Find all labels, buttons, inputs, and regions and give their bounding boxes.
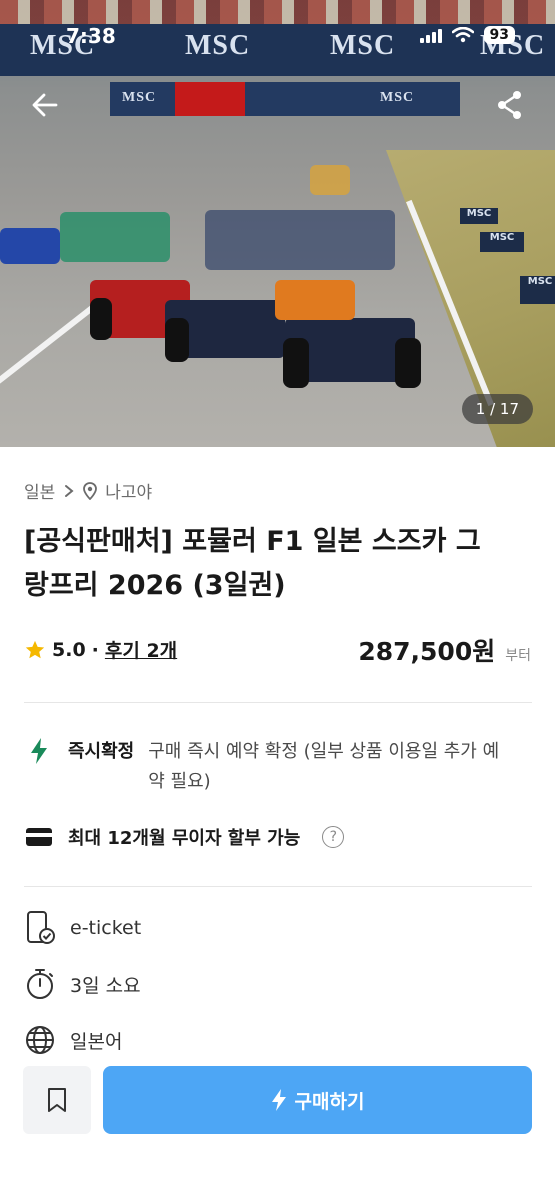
hero-image[interactable]: MSC MSC MSC MSC MSC MSC MSC MSC MSC 7:38… [0,0,555,447]
divider [24,702,532,703]
rating-row: 5.0 · 후기 2개 [24,636,177,663]
share-button[interactable] [495,88,525,122]
price-value: 287,500원 [358,637,496,666]
language-text: 일본어 [70,1030,123,1053]
f1-logo-board [175,82,245,116]
installment-label: 최대 12개월 무이자 할부 가능 [68,828,301,849]
product-title-line: [공식판매처] 포뮬러 F1 일본 스즈카 그 [24,526,481,557]
race-car [310,165,350,195]
credit-card-icon [26,828,52,846]
wifi-icon [451,27,474,43]
star-icon [25,640,45,658]
buy-button-label: 구매하기 [294,1090,365,1113]
signal-icon [419,27,442,43]
mobile-ticket-icon [27,911,55,944]
side-board: MSC [480,232,524,252]
battery-indicator: 93 [483,26,515,44]
reviews-link[interactable]: 후기 2개 [105,636,177,663]
globe-icon [26,1026,54,1054]
breadcrumb-country[interactable]: 일본 [24,478,55,503]
price-suffix: 부터 [505,648,531,664]
banner-text: MSC [330,30,396,61]
rating-separator: · [91,638,99,661]
back-button[interactable] [28,88,62,122]
share-icon [498,91,521,119]
duration-text: 3일 소요 [70,974,141,997]
breadcrumb-city[interactable]: 나고야 [105,478,152,503]
duration-row: 3일 소요 [24,966,141,1002]
race-car [60,212,170,262]
status-time: 7:38 [66,24,116,48]
car-wheel [90,298,112,340]
bookmark-icon [48,1088,66,1112]
lightning-icon [271,1089,286,1111]
race-car [0,228,60,264]
banner-text: MSC [185,30,251,61]
race-car [205,210,395,270]
banner-text: MSC [380,90,415,105]
ticket-type-row: e-ticket [24,910,141,946]
arrow-left-icon [32,93,58,117]
car-wheel [165,318,189,362]
car-wheel [395,338,421,388]
instant-confirm-label: 즉시확정 [68,741,135,762]
help-icon[interactable]: ? [322,826,345,848]
banner-text: MSC [122,90,157,105]
breadcrumb: 일본 나고야 [24,478,152,503]
ticket-type-text: e-ticket [70,917,142,939]
grandstand [0,0,555,24]
rating-value: 5.0 [52,638,86,661]
instant-confirm-row: 즉시확정 구매 즉시 예약 확정 (일부 상품 이용일 추가 예약 필요) [24,737,513,797]
product-title: [공식판매처] 포뮬러 F1 일본 스즈카 그 랑프리 2026 (3일권) [24,520,534,608]
sponsor-banner-lower: MSC MSC [110,82,460,116]
race-car [275,280,355,320]
card-icon-wrap [24,826,54,848]
language-row: 일본어 [24,1022,122,1058]
car-wheel [283,338,309,388]
lightning-icon [31,738,47,764]
side-board: MSC [460,208,498,224]
stopwatch-icon [27,969,53,999]
product-title-line: 랑프리 2026 (3일권) [24,570,286,601]
side-board: MSC [520,276,555,304]
bookmark-button[interactable] [23,1066,91,1134]
lightning-icon-wrap [24,737,54,797]
divider [24,886,532,887]
price-block: 287,500원 부터 [358,632,531,668]
buy-button[interactable]: 구매하기 [103,1066,532,1134]
installment-row: 최대 12개월 무이자 할부 가능 ? [24,824,345,850]
chevron-right-icon [65,484,74,497]
location-pin-icon [83,481,98,500]
status-icons: 93 [419,26,515,44]
instant-confirm-desc: 구매 즉시 예약 확정 (일부 상품 이용일 추가 예약 필요) [148,741,500,792]
image-counter: 1 / 17 [461,394,533,424]
